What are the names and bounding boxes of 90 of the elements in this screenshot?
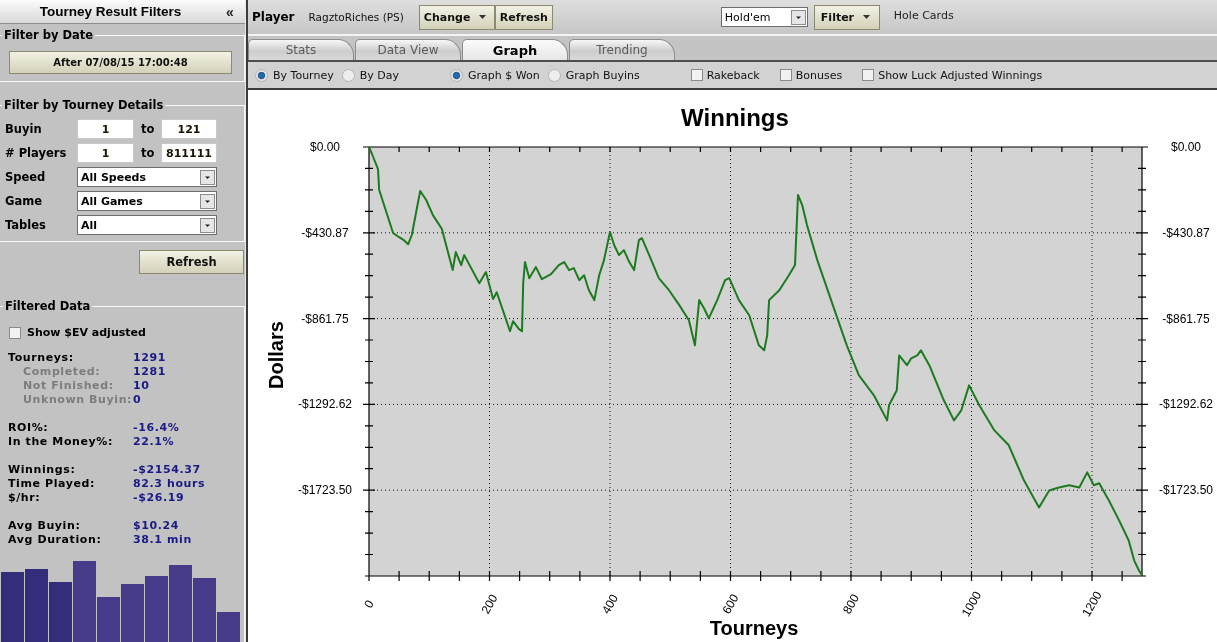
radio-option[interactable]: By Tourney bbox=[255, 68, 334, 82]
filter-button[interactable]: Filter bbox=[813, 4, 880, 30]
stat-label: Not Finished: bbox=[22, 379, 115, 393]
input-field[interactable]: 811111 bbox=[161, 143, 217, 163]
stat-value: 82.3 hours bbox=[133, 477, 206, 491]
input-field[interactable]: 121 bbox=[161, 119, 217, 139]
chart-title: Winnings bbox=[681, 104, 789, 131]
stat-value: -$2154.37 bbox=[133, 463, 201, 477]
stat-label: Tourneys: bbox=[8, 351, 75, 365]
radio-icon[interactable] bbox=[341, 68, 355, 82]
y-axis-tick-label: -$861.75 bbox=[1162, 311, 1210, 326]
checkbox-icon[interactable] bbox=[690, 69, 703, 81]
range-joiner: to bbox=[140, 122, 156, 136]
y-axis-tick-label: -$1292.62 bbox=[298, 397, 352, 412]
stat-label: $/hr: bbox=[8, 491, 42, 505]
y-axis-tick-label: -$430.87 bbox=[1162, 225, 1210, 240]
stat-label: In the Money%: bbox=[8, 435, 114, 449]
stat-value: 22.1% bbox=[133, 435, 175, 449]
checkbox-option[interactable]: Show $EV adjusted bbox=[9, 326, 146, 339]
y-axis-tick-label: $0.00 bbox=[310, 140, 340, 154]
dropdown-field[interactable]: All Games bbox=[77, 191, 217, 211]
dropdown-field[interactable]: All Speeds bbox=[77, 167, 217, 187]
tab[interactable]: Data View bbox=[355, 39, 461, 60]
radio-icon[interactable] bbox=[255, 68, 268, 82]
radio-icon[interactable] bbox=[449, 68, 463, 82]
stat-value: 1291 bbox=[133, 351, 166, 365]
x-axis-tick-label: 800 bbox=[839, 591, 863, 617]
stat-value: -16.4% bbox=[133, 421, 180, 435]
x-axis-tick-label: 600 bbox=[719, 591, 742, 617]
tab[interactable]: Trending bbox=[569, 39, 675, 60]
stat-label: Time Played: bbox=[8, 477, 97, 491]
radio-option[interactable]: By Day bbox=[341, 68, 399, 82]
stat-label: Winnings: bbox=[8, 463, 77, 477]
stat-value: $10.24 bbox=[133, 519, 180, 533]
caret-icon bbox=[863, 15, 871, 19]
toolbar-button[interactable]: Refresh bbox=[494, 4, 553, 30]
field-label: Game bbox=[5, 194, 43, 208]
stat-value: 1281 bbox=[133, 365, 166, 379]
radio-option[interactable]: Graph Buyins bbox=[547, 68, 640, 82]
refresh-button[interactable]: Refresh bbox=[139, 250, 244, 274]
stat-label: Avg Duration: bbox=[8, 533, 103, 547]
field-label: # Players bbox=[5, 146, 68, 160]
y-axis-tick-label: -$1292.62 bbox=[1159, 397, 1213, 412]
checkbox-option[interactable]: Rakeback bbox=[690, 68, 760, 82]
stat-value: 0 bbox=[133, 393, 142, 407]
caret-icon bbox=[479, 15, 487, 19]
y-axis-tick-label: -$1723.50 bbox=[298, 483, 352, 498]
x-axis-title: Tourneys bbox=[709, 617, 799, 639]
dropdown-field[interactable]: Hold'em bbox=[720, 7, 808, 27]
sidebar-title: Tourney Result Filters bbox=[38, 4, 183, 19]
field-label: Speed bbox=[5, 170, 47, 184]
stat-value: -$26.19 bbox=[133, 491, 185, 505]
y-axis-tick-label: $0.00 bbox=[1171, 140, 1201, 154]
x-axis-tick-label: 0 bbox=[361, 597, 377, 611]
y-axis-tick-label: -$861.75 bbox=[301, 311, 349, 326]
hole-cards-label: Hole Cards bbox=[893, 9, 954, 22]
stat-label: Avg Buyin: bbox=[8, 519, 82, 533]
field-label: Buyin bbox=[5, 122, 43, 136]
field-label: Tables bbox=[5, 218, 47, 232]
radio-icon[interactable] bbox=[547, 68, 561, 82]
player-label: Player bbox=[252, 10, 295, 24]
checkbox-icon[interactable] bbox=[862, 69, 875, 81]
y-axis-tick-label: -$1723.50 bbox=[1159, 483, 1213, 498]
stat-label: ROI%: bbox=[8, 421, 50, 435]
toolbar-button[interactable]: Change bbox=[418, 4, 495, 30]
checkbox-option[interactable]: Bonuses bbox=[779, 68, 843, 82]
x-axis-tick-label: 400 bbox=[598, 591, 622, 617]
stat-value: 10 bbox=[133, 379, 150, 393]
x-axis-tick-label: 200 bbox=[478, 591, 501, 617]
checkbox-option[interactable]: Show Luck Adjusted Winnings bbox=[862, 68, 1043, 82]
checkbox-icon[interactable] bbox=[779, 69, 792, 81]
group-legend: Filtered Data bbox=[3, 299, 93, 314]
checkbox-icon[interactable] bbox=[9, 326, 21, 339]
range-joiner: to bbox=[140, 146, 156, 160]
group-legend: Filter by Date bbox=[2, 28, 96, 43]
radio-option[interactable]: Graph $ Won bbox=[449, 68, 540, 82]
y-axis-tick-label: -$430.87 bbox=[301, 225, 349, 240]
dropdown-field[interactable]: All bbox=[77, 215, 217, 235]
group-legend: Filter by Tourney Details bbox=[2, 98, 166, 113]
date-filter-button[interactable]: After 07/08/15 17:00:48 bbox=[9, 51, 232, 74]
tab[interactable]: Stats bbox=[248, 39, 354, 60]
tab[interactable]: Graph bbox=[462, 39, 568, 60]
player-name: RagztoRiches (PS) bbox=[308, 11, 404, 23]
stat-label: Completed: bbox=[22, 365, 102, 379]
y-axis-title: Dollars bbox=[265, 321, 287, 389]
collapse-button[interactable]: « bbox=[215, 0, 245, 23]
input-field[interactable]: 1 bbox=[77, 119, 134, 139]
stat-value: 38.1 min bbox=[133, 533, 192, 547]
stat-label: Unknown Buyin: bbox=[22, 393, 133, 407]
input-field[interactable]: 1 bbox=[77, 143, 134, 163]
